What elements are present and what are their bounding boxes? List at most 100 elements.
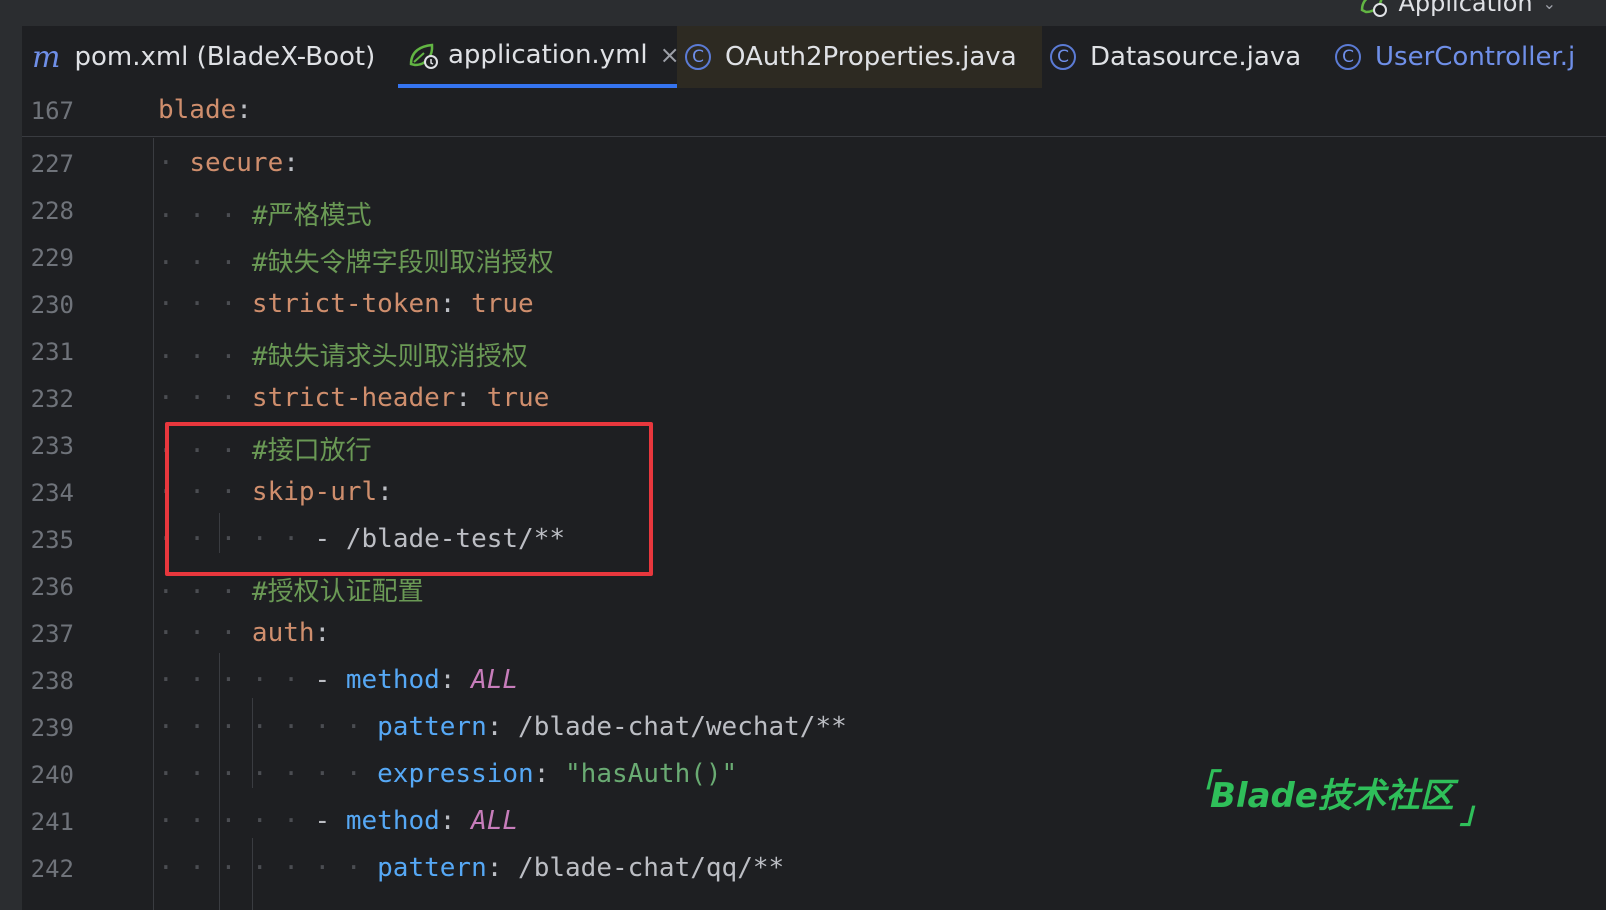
yaml-string: "hasAuth()" bbox=[565, 759, 738, 789]
code-line: · secure: bbox=[158, 148, 299, 178]
list-dash: - bbox=[314, 806, 346, 836]
line-number: 227 bbox=[30, 150, 74, 178]
line-number: 240 bbox=[30, 761, 74, 789]
indent-whitespace-dots: · · · bbox=[158, 383, 252, 413]
yaml-key: blade bbox=[158, 95, 237, 125]
code-line: · · · #严格模式 bbox=[158, 195, 372, 232]
watermark-close-bracket: 」 bbox=[1460, 796, 1490, 831]
colon: : bbox=[533, 759, 550, 789]
line-number: 231 bbox=[30, 338, 74, 366]
code-line: · · · #授权认证配置 bbox=[158, 571, 424, 608]
indent-whitespace-dots: · · · bbox=[158, 342, 252, 372]
yaml-comment: #缺失请求头则取消授权 bbox=[251, 342, 528, 372]
code-line: · · · #缺失请求头则取消授权 bbox=[158, 336, 528, 373]
yaml-key: pattern bbox=[377, 853, 487, 883]
colon: : bbox=[439, 806, 456, 836]
yaml-key: expression bbox=[377, 759, 534, 789]
tab-label: application.yml bbox=[448, 40, 648, 70]
tab-application-yml[interactable]: application.yml × bbox=[398, 26, 690, 88]
indent-whitespace-dots: · · · · · bbox=[158, 806, 315, 836]
list-dash: - bbox=[314, 665, 346, 695]
class-icon: C bbox=[1050, 44, 1076, 70]
line-number: 167 bbox=[30, 97, 74, 125]
run-configuration-label: Application bbox=[1398, 0, 1533, 17]
indent-whitespace-dots: · · · · · · · bbox=[158, 853, 378, 883]
tab-usercontroller-java[interactable]: C UserController.j bbox=[1335, 26, 1575, 88]
colon: : bbox=[455, 383, 472, 413]
indent-whitespace-dots: · · · · · · · bbox=[158, 759, 378, 789]
line-number: 233 bbox=[30, 432, 74, 460]
run-configuration-selector[interactable]: Application ⌄ bbox=[1358, 0, 1556, 18]
maven-icon: m bbox=[32, 39, 61, 75]
yaml-constant: ALL bbox=[471, 665, 519, 695]
indent-whitespace-dots: · bbox=[158, 148, 190, 178]
line-number: 229 bbox=[30, 244, 74, 272]
code-line: · · · auth: bbox=[158, 618, 330, 648]
line-number: 239 bbox=[30, 714, 74, 742]
line-number: 242 bbox=[30, 855, 74, 883]
code-line: · · · #缺失令牌字段则取消授权 bbox=[158, 242, 554, 279]
tab-label: UserController.j bbox=[1375, 42, 1576, 72]
yaml-key: method bbox=[345, 806, 440, 836]
indent-whitespace-dots: · · · bbox=[158, 201, 252, 231]
code-line: · · · · · · · pattern: /blade-chat/qq/** bbox=[158, 853, 784, 883]
sticky-code-line: blade: bbox=[158, 95, 252, 125]
spring-boot-run-icon bbox=[1361, 0, 1388, 17]
spring-yaml-icon bbox=[409, 43, 438, 69]
tab-oauth2properties-java[interactable]: C OAuth2Properties.java bbox=[677, 26, 1042, 88]
yaml-value: /blade-chat/wechat/** bbox=[518, 712, 847, 742]
yaml-value: true bbox=[486, 383, 550, 413]
code-line: · · · strict-header: true bbox=[158, 383, 549, 413]
line-number: 230 bbox=[30, 291, 74, 319]
tab-label: Datasource.java bbox=[1090, 42, 1302, 72]
tab-datasource-java[interactable]: C Datasource.java bbox=[1050, 26, 1301, 88]
colon: : bbox=[236, 95, 252, 125]
yaml-key: pattern bbox=[377, 712, 487, 742]
editor-tab-bar: m pom.xml (BladeX-Boot) application.yml … bbox=[22, 26, 1606, 89]
indent-whitespace-dots: · · · bbox=[158, 248, 252, 278]
yaml-comment: #授权认证配置 bbox=[251, 577, 424, 607]
line-number: 232 bbox=[30, 385, 74, 413]
indent-whitespace-dots: · · · bbox=[158, 289, 252, 319]
watermark-text: Blade技术社区 bbox=[1210, 776, 1454, 816]
yaml-key: auth bbox=[251, 618, 315, 648]
yaml-key: secure bbox=[189, 148, 284, 178]
line-number: 241 bbox=[30, 808, 74, 836]
yaml-key: strict-token bbox=[251, 289, 440, 319]
line-number: 228 bbox=[30, 197, 74, 225]
colon: : bbox=[486, 712, 503, 742]
code-line: · · · · · · · expression: "hasAuth()" bbox=[158, 759, 737, 789]
code-line: · · · strict-token: true bbox=[158, 289, 534, 319]
class-icon: C bbox=[1335, 44, 1361, 70]
yaml-value: /blade-chat/qq/** bbox=[518, 853, 785, 883]
title-bar: Application ⌄ bbox=[0, 0, 1606, 26]
line-number: 234 bbox=[30, 479, 74, 507]
colon: : bbox=[486, 853, 503, 883]
yaml-comment: #严格模式 bbox=[251, 201, 372, 231]
colon: : bbox=[314, 618, 331, 648]
watermark-open-bracket: 「 bbox=[1186, 768, 1216, 803]
tab-label: OAuth2Properties.java bbox=[725, 42, 1017, 72]
sticky-header: 167 blade: bbox=[22, 88, 1606, 137]
line-number: 238 bbox=[30, 667, 74, 695]
highlight-annotation bbox=[165, 422, 653, 576]
line-number: 235 bbox=[30, 526, 74, 554]
colon: : bbox=[439, 289, 456, 319]
colon: : bbox=[439, 665, 456, 695]
chevron-down-icon[interactable]: ⌄ bbox=[1543, 0, 1556, 13]
left-tool-strip bbox=[0, 26, 22, 910]
code-line: · · · · · · · pattern: /blade-chat/wecha… bbox=[158, 712, 847, 742]
tab-pom-xml[interactable]: m pom.xml (BladeX-Boot) bbox=[32, 26, 375, 88]
line-number: 236 bbox=[30, 573, 74, 601]
code-line: · · · · · - method: ALL bbox=[158, 806, 518, 836]
tab-label: pom.xml (BladeX-Boot) bbox=[74, 42, 376, 72]
yaml-value: true bbox=[471, 289, 534, 319]
yaml-comment: #缺失令牌字段则取消授权 bbox=[251, 248, 554, 278]
class-icon: C bbox=[685, 44, 711, 70]
